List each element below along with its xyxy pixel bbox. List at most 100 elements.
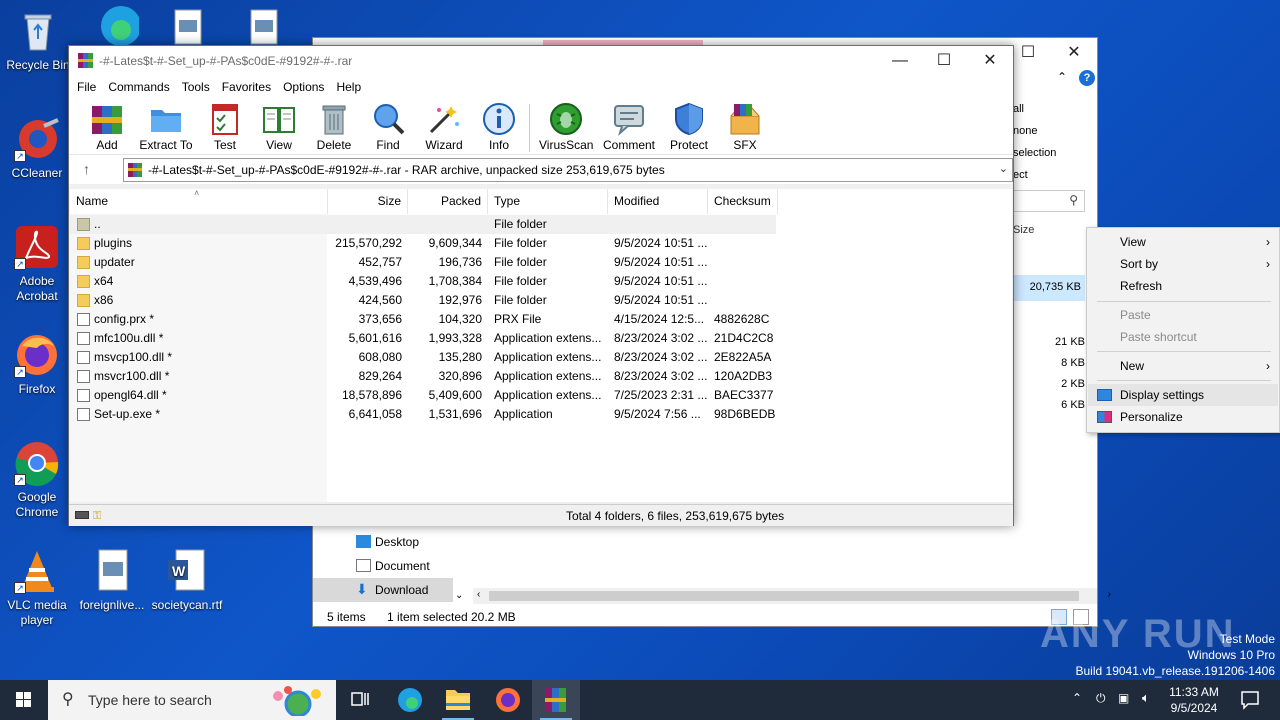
file-icon: [77, 370, 90, 383]
network-icon[interactable]: ▣: [1118, 691, 1129, 705]
toolbar-wizard-button[interactable]: Wizard: [423, 102, 465, 154]
menu-item-paste-shortcut[interactable]: Paste shortcut: [1088, 326, 1278, 348]
nav-item-documents[interactable]: Document: [313, 554, 453, 578]
desktop-icon-foreignlive[interactable]: foreignlive...: [76, 548, 148, 613]
toolbar-view-button[interactable]: View: [259, 102, 299, 154]
desktop-icon-adobe-acrobat[interactable]: ↗ Adobe Acrobat: [1, 224, 73, 304]
menu-item-view[interactable]: View ›: [1088, 231, 1278, 253]
toolbar-info-button[interactable]: Info: [481, 102, 517, 154]
start-button[interactable]: [0, 680, 48, 720]
close-button[interactable]: ✕: [1051, 38, 1097, 68]
winrar-titlebar[interactable]: -#-Lates$t-#-Set_up-#-PAs$c0dE-#9192#-#-…: [69, 46, 1013, 76]
desktop-icon-vlc[interactable]: ↗ VLC media player: [1, 548, 73, 628]
menu-item-personalize[interactable]: Personalize: [1088, 406, 1278, 428]
taskbar-edge[interactable]: [386, 680, 434, 720]
toolbar-test-button[interactable]: Test: [207, 102, 243, 154]
menu-item-refresh[interactable]: Refresh: [1088, 275, 1278, 297]
toolbar-extract-to-button[interactable]: Extract To: [139, 102, 193, 154]
archive-file-row[interactable]: mfc100u.dll * 5,601,616 1,993,328 Applicati…: [70, 329, 776, 348]
selected-file-size[interactable]: 20,735 KB: [1013, 275, 1085, 301]
help-icon[interactable]: ?: [1079, 70, 1095, 86]
desktop-icon-societycan[interactable]: W societycan.rtf: [151, 548, 223, 613]
select-none-label[interactable]: none: [1013, 120, 1056, 142]
taskbar-search-box[interactable]: ⚲ Type here to search: [48, 680, 336, 720]
task-view-button[interactable]: [336, 680, 384, 720]
desktop-icon-google-chrome[interactable]: ↗ Google Chrome: [1, 440, 73, 520]
toolbar-label: Delete: [316, 138, 352, 152]
column-header-checksum[interactable]: Checksum: [708, 189, 778, 214]
toolbar-protect-button[interactable]: Protect: [667, 102, 711, 154]
desktop-icon-ccleaner[interactable]: ↗ CCleaner: [1, 116, 73, 181]
notification-center-button[interactable]: [1230, 680, 1270, 720]
winrar-window[interactable]: -#-Lates$t-#-Set_up-#-PAs$c0dE-#9192#-#-…: [68, 45, 1014, 526]
column-header-name[interactable]: Name ˄: [70, 188, 328, 214]
toolbar-add-button[interactable]: Add: [89, 102, 125, 154]
archive-file-row[interactable]: msvcp100.dll * 608,080 135,280 Application …: [70, 348, 776, 367]
nav-item-desktop[interactable]: Desktop: [313, 530, 453, 554]
archive-folder-row[interactable]: updater 452,757 196,736 File folder 9/5/2024…: [70, 253, 776, 272]
drive-icon[interactable]: [75, 511, 89, 519]
menu-item-paste[interactable]: Paste: [1088, 304, 1278, 326]
archive-folder-row[interactable]: .. File folder: [70, 215, 776, 234]
scroll-right-icon[interactable]: ›: [1108, 589, 1111, 600]
toolbar-find-button[interactable]: Find: [370, 102, 406, 154]
archive-file-row[interactable]: opengl64.dll * 18,578,896 5,409,600 Applica…: [70, 386, 776, 405]
scrollbar-thumb[interactable]: [489, 591, 1079, 601]
archive-file-row[interactable]: msvcr100.dll * 829,264 320,896 Application …: [70, 367, 776, 386]
select-label[interactable]: ect: [1013, 164, 1056, 186]
taskbar-firefox[interactable]: [484, 680, 532, 720]
chevron-up-icon[interactable]: ⌃: [1057, 70, 1067, 84]
shortcut-arrow-icon: ↗: [14, 150, 26, 162]
invert-selection-label[interactable]: selection: [1013, 142, 1056, 164]
archive-file-list[interactable]: Name ˄ Size Packed Type Modified Checksu…: [70, 188, 1012, 502]
archive-folder-row[interactable]: x64 4,539,496 1,708,384 File folder 9/5/2024…: [70, 272, 776, 291]
toolbar-comment-button[interactable]: Comment: [601, 102, 657, 154]
add-icon: [90, 102, 124, 136]
archive-folder-row[interactable]: x86 424,560 192,976 File folder 9/5/2024 10:…: [70, 291, 776, 310]
column-header-packed[interactable]: Packed: [408, 189, 488, 214]
column-header-size[interactable]: Size: [328, 189, 408, 214]
menu-tools[interactable]: Tools: [182, 76, 218, 98]
archive-folder-row[interactable]: plugins 215,570,292 9,609,344 File folder 9/…: [70, 234, 776, 253]
menu-item-new[interactable]: New ›: [1088, 355, 1278, 377]
scroll-left-icon[interactable]: ‹: [477, 589, 480, 600]
usb-icon[interactable]: ⏻: [1096, 691, 1106, 706]
menu-favorites[interactable]: Favorites: [222, 76, 279, 98]
horizontal-scrollbar[interactable]: ‹ ›: [473, 588, 1111, 604]
menu-options[interactable]: Options: [283, 76, 332, 98]
archive-file-row[interactable]: config.prx * 373,656 104,320 PRX File 4/15/2…: [70, 310, 776, 329]
status-selected: 1 item selected: [387, 610, 468, 624]
size-column-header[interactable]: Size: [1013, 224, 1034, 236]
explorer-search-box[interactable]: ⚲: [1013, 190, 1085, 212]
chevron-down-icon[interactable]: ⌄: [999, 162, 1008, 175]
toolbar-sfx-button[interactable]: SFX: [725, 102, 765, 154]
taskbar-winrar[interactable]: [532, 680, 580, 720]
menu-commands[interactable]: Commands: [108, 76, 177, 98]
toolbar-virusscan-button[interactable]: VirusScan: [539, 102, 593, 154]
desktop-icon-recycle-bin[interactable]: Recycle Bin: [2, 8, 74, 73]
minimize-button[interactable]: —: [877, 46, 923, 76]
key-icon[interactable]: ⚿: [93, 510, 101, 523]
column-header-modified[interactable]: Modified: [608, 189, 708, 214]
archive-file-row[interactable]: Set-up.exe * 6,641,058 1,531,696 Applicatio…: [70, 405, 776, 424]
taskbar-file-explorer[interactable]: [434, 680, 482, 720]
toolbar-delete-button[interactable]: Delete: [316, 102, 352, 154]
menu-file[interactable]: File: [77, 76, 104, 98]
column-header-type[interactable]: Type: [488, 189, 608, 214]
menu-item-sort-by[interactable]: Sort by ›: [1088, 253, 1278, 275]
test-mode-watermark: Test Mode Windows 10 Pro Build 19041.vb_…: [1060, 631, 1276, 679]
vlc-icon: ↗: [14, 548, 60, 594]
up-arrow-icon[interactable]: ↑: [83, 161, 90, 177]
nav-scroll-down-icon[interactable]: ⌄: [455, 590, 463, 601]
close-button[interactable]: ✕: [967, 46, 1013, 76]
select-all-label[interactable]: all: [1013, 98, 1056, 120]
desktop-icon-firefox[interactable]: ↗ Firefox: [1, 332, 73, 397]
nav-item-downloads[interactable]: ⬇ Download: [313, 578, 453, 602]
volume-icon[interactable]: 🔈︎: [1142, 690, 1150, 706]
clock[interactable]: 11:33 AM 9/5/2024: [1166, 684, 1222, 716]
archive-path-field[interactable]: -#-Lates$t-#-Set_up-#-PAs$c0dE-#9192#-#-…: [123, 158, 1013, 182]
maximize-button[interactable]: ☐: [921, 46, 967, 76]
show-hidden-icons-button[interactable]: ⌃: [1072, 691, 1082, 705]
menu-help[interactable]: Help: [336, 76, 369, 98]
menu-item-display-settings[interactable]: Display settings: [1088, 384, 1278, 406]
